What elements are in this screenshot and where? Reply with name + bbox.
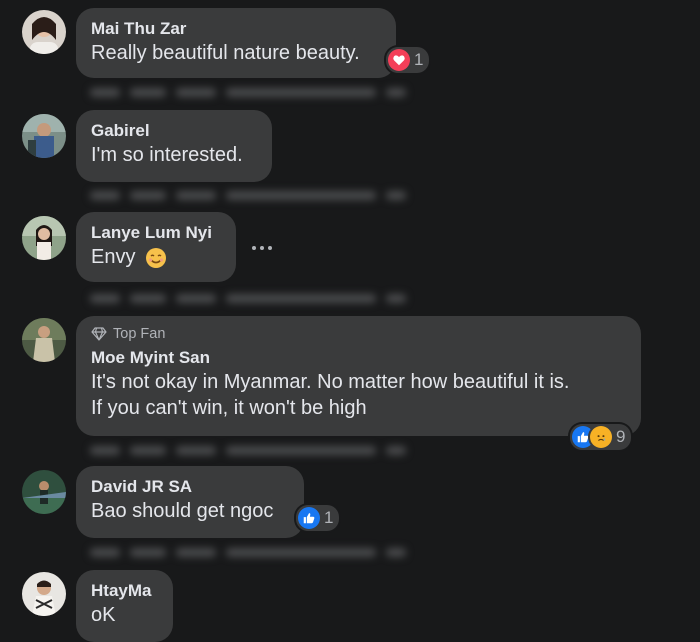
avatar[interactable] <box>22 470 66 514</box>
comment-bubble: Lanye Lum Nyi Envy <box>76 212 236 282</box>
comment-text: Bao should get ngoc <box>91 500 274 522</box>
like-reaction-icon <box>298 507 320 529</box>
reaction-count: 9 <box>616 427 626 446</box>
comment-text: Really beautiful nature beauty. <box>91 42 360 64</box>
comment-actions-blurred <box>90 189 406 201</box>
avatar[interactable] <box>22 216 66 260</box>
reaction-summary[interactable]: 9 <box>570 424 632 450</box>
reaction-count: 1 <box>324 508 334 527</box>
comment-text-line: It's not okay in Myanmar. No matter how … <box>91 371 570 393</box>
commenter-name[interactable]: Moe Myint San <box>91 347 625 369</box>
comment-text-content: Envy <box>91 246 136 268</box>
comment-text: Envy <box>91 244 220 270</box>
comment-actions-blurred <box>90 546 406 558</box>
comment-bubble: Top Fan Moe Myint San It's not okay in M… <box>76 316 641 436</box>
comment-actions-blurred <box>90 86 406 98</box>
sad-reaction-icon <box>590 426 612 448</box>
comment-bubble: David JR SA Bao should get ngoc <box>76 466 304 538</box>
comment-text: I'm so interested. <box>91 144 243 166</box>
avatar[interactable] <box>22 10 66 54</box>
comment-text-line: If you can't win, it won't be high <box>91 397 367 419</box>
diamond-icon <box>91 327 107 341</box>
comment-actions-blurred <box>90 292 406 304</box>
commenter-name[interactable]: Lanye Lum Nyi <box>91 222 220 244</box>
avatar[interactable] <box>22 572 66 616</box>
comment-bubble: Mai Thu Zar Really beautiful nature beau… <box>76 8 396 78</box>
commenter-name[interactable]: Mai Thu Zar <box>91 18 380 40</box>
commenter-name[interactable]: David JR SA <box>91 476 288 498</box>
avatar[interactable] <box>22 114 66 158</box>
reaction-summary[interactable]: 1 <box>386 47 430 73</box>
commenter-name[interactable]: HtayMa <box>91 580 157 602</box>
smiling-face-emoji <box>146 247 167 268</box>
comment-bubble: HtayMa oK <box>76 570 173 642</box>
commenter-name[interactable]: Gabirel <box>91 120 256 142</box>
comment-text: oK <box>91 604 116 626</box>
reaction-summary[interactable]: 1 <box>296 505 340 531</box>
comment-bubble: Gabirel I'm so interested. <box>76 110 272 182</box>
more-options-icon[interactable] <box>250 238 274 258</box>
top-fan-label: Top Fan <box>113 326 166 342</box>
reaction-count: 1 <box>414 50 424 69</box>
love-reaction-icon <box>388 49 410 71</box>
comment-actions-blurred <box>90 444 406 456</box>
top-fan-badge: Top Fan <box>91 325 625 343</box>
avatar[interactable] <box>22 318 66 362</box>
